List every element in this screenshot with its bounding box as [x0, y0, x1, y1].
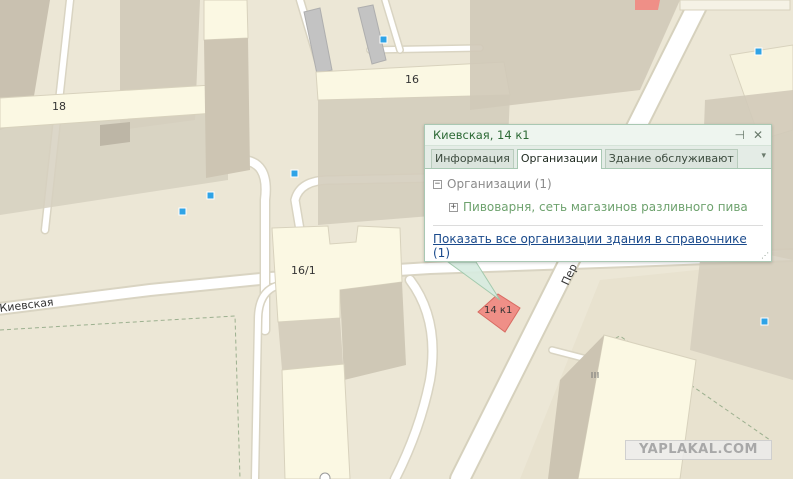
- poi-marker: [379, 35, 388, 44]
- organization-item-label: Пивоварня, сеть магазинов разливного пив…: [463, 200, 748, 214]
- popup-tabs: Информация Организации Здание обслуживаю…: [425, 146, 771, 169]
- building-label-14k1: 14 к1: [484, 305, 512, 316]
- tab-building-services[interactable]: Здание обслуживают: [604, 149, 738, 168]
- organizations-section-label: Организации (1): [447, 177, 552, 191]
- building-info-popup: Киевская, 14 к1 ⊣ ✕ Информация Организац…: [424, 124, 772, 262]
- poi-marker: [754, 47, 763, 56]
- poi-marker: [206, 191, 215, 200]
- tabs-dropdown-icon[interactable]: ▾: [761, 151, 766, 161]
- building-label-18: 18: [52, 100, 66, 113]
- popup-body: − Организации (1) + Пивоварня, сеть мага…: [425, 169, 771, 260]
- tab-organizations[interactable]: Организации: [516, 149, 602, 169]
- organizations-count: (1): [433, 246, 450, 260]
- poi-marker: [178, 207, 187, 216]
- poi-marker: [290, 169, 299, 178]
- popup-header: Киевская, 14 к1 ⊣ ✕: [425, 125, 771, 146]
- building-label-16: 16: [405, 73, 419, 86]
- close-icon[interactable]: ✕: [753, 127, 763, 143]
- collapse-icon[interactable]: −: [433, 179, 442, 189]
- organizations-section[interactable]: − Организации (1): [433, 175, 763, 193]
- building-label-16-1: 16/1: [291, 264, 316, 277]
- expand-icon[interactable]: +: [449, 202, 458, 212]
- popup-title: Киевская, 14 к1: [433, 128, 530, 142]
- pin-icon[interactable]: ⊣: [734, 127, 744, 143]
- all-organizations-row: Показать все организации здания в справо…: [433, 232, 763, 260]
- watermark: YAPLAKAL.COM: [625, 440, 772, 460]
- divider: [433, 225, 763, 226]
- tab-information[interactable]: Информация: [431, 149, 514, 168]
- show-all-organizations-link[interactable]: Показать все организации здания в справо…: [433, 232, 747, 246]
- poi-marker: [760, 317, 769, 326]
- resize-handle-icon[interactable]: ⋰: [761, 251, 769, 260]
- organization-item[interactable]: + Пивоварня, сеть магазинов разливного п…: [433, 198, 763, 216]
